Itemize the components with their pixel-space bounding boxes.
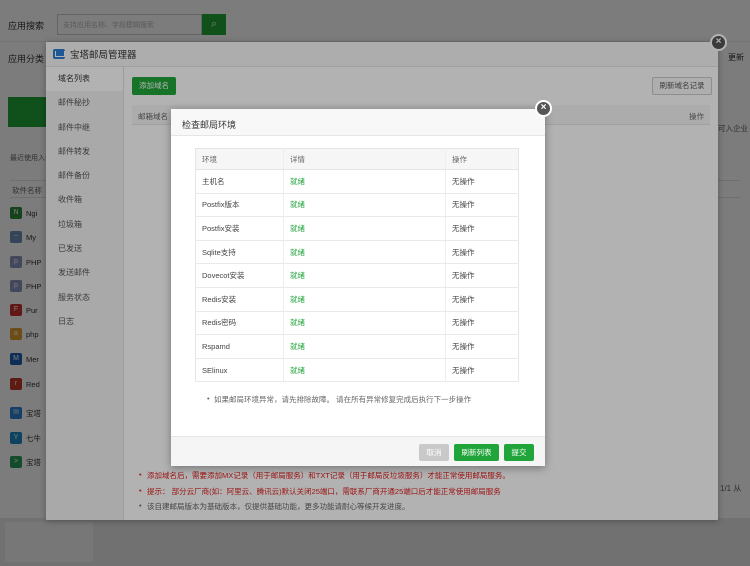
env-dialog-title: 检查邮局环境: [171, 109, 545, 136]
env-action-cell: 无操作: [445, 287, 519, 312]
env-table-row: Redis密码 就绪 无操作: [195, 311, 519, 336]
env-action-cell: 无操作: [445, 263, 519, 288]
env-table-row: Redis安装 就绪 无操作: [195, 287, 519, 312]
env-check-dialog: 检查邮局环境 × 环境 详情 操作 主机名 就绪 无操作 Postfix版本 就绪 无操作…: [171, 100, 552, 466]
env-status-cell: 就绪: [283, 287, 446, 312]
env-table-row: Rspamd 就绪 无操作: [195, 334, 519, 359]
env-table-row: SElinux 就绪 无操作: [195, 358, 519, 383]
env-status-cell: 就绪: [283, 263, 446, 288]
env-name-cell: Redis安装: [195, 287, 284, 312]
action-column-header: 操作: [445, 148, 519, 170]
detail-column-header: 详情: [283, 148, 446, 170]
env-table-row: 主机名 就绪 无操作: [195, 169, 519, 194]
close-icon[interactable]: ×: [535, 100, 552, 117]
env-status-cell: 就绪: [283, 169, 446, 194]
env-dialog-footer: 取消 刷新列表 提交: [171, 436, 545, 466]
env-note: 如果邮局环境异常，请先排除故障。 请在所有异常修复完成后执行下一步操作: [207, 394, 471, 405]
env-status-cell: 就绪: [283, 358, 446, 383]
env-table: 环境 详情 操作 主机名 就绪 无操作 Postfix版本 就绪 无操作 Postfix安装…: [195, 148, 519, 383]
env-name-cell: Redis密码: [195, 311, 284, 336]
submit-button[interactable]: 提交: [504, 444, 534, 461]
env-action-cell: 无操作: [445, 240, 519, 265]
env-action-cell: 无操作: [445, 169, 519, 194]
env-action-cell: 无操作: [445, 311, 519, 336]
env-name-cell: 主机名: [195, 169, 284, 194]
env-status-cell: 就绪: [283, 193, 446, 218]
env-name-cell: Rspamd: [195, 334, 284, 359]
env-name-cell: Dovecot安装: [195, 263, 284, 288]
env-table-row: Sqlite支持 就绪 无操作: [195, 240, 519, 265]
env-name-cell: Postfix安装: [195, 216, 284, 241]
env-action-cell: 无操作: [445, 334, 519, 359]
env-action-cell: 无操作: [445, 216, 519, 241]
env-status-cell: 就绪: [283, 240, 446, 265]
env-table-row: Dovecot安装 就绪 无操作: [195, 263, 519, 288]
env-table-header: 环境 详情 操作: [195, 148, 519, 170]
env-name-cell: Postfix版本: [195, 193, 284, 218]
env-name-cell: Sqlite支持: [195, 240, 284, 265]
env-table-row: Postfix安装 就绪 无操作: [195, 216, 519, 241]
env-column-header: 环境: [195, 148, 284, 170]
refresh-list-button[interactable]: 刷新列表: [454, 444, 499, 461]
env-status-cell: 就绪: [283, 216, 446, 241]
env-table-row: Postfix版本 就绪 无操作: [195, 193, 519, 218]
env-action-cell: 无操作: [445, 358, 519, 383]
env-action-cell: 无操作: [445, 193, 519, 218]
env-status-cell: 就绪: [283, 334, 446, 359]
cancel-button[interactable]: 取消: [419, 444, 449, 461]
env-status-cell: 就绪: [283, 311, 446, 336]
env-name-cell: SElinux: [195, 358, 284, 383]
